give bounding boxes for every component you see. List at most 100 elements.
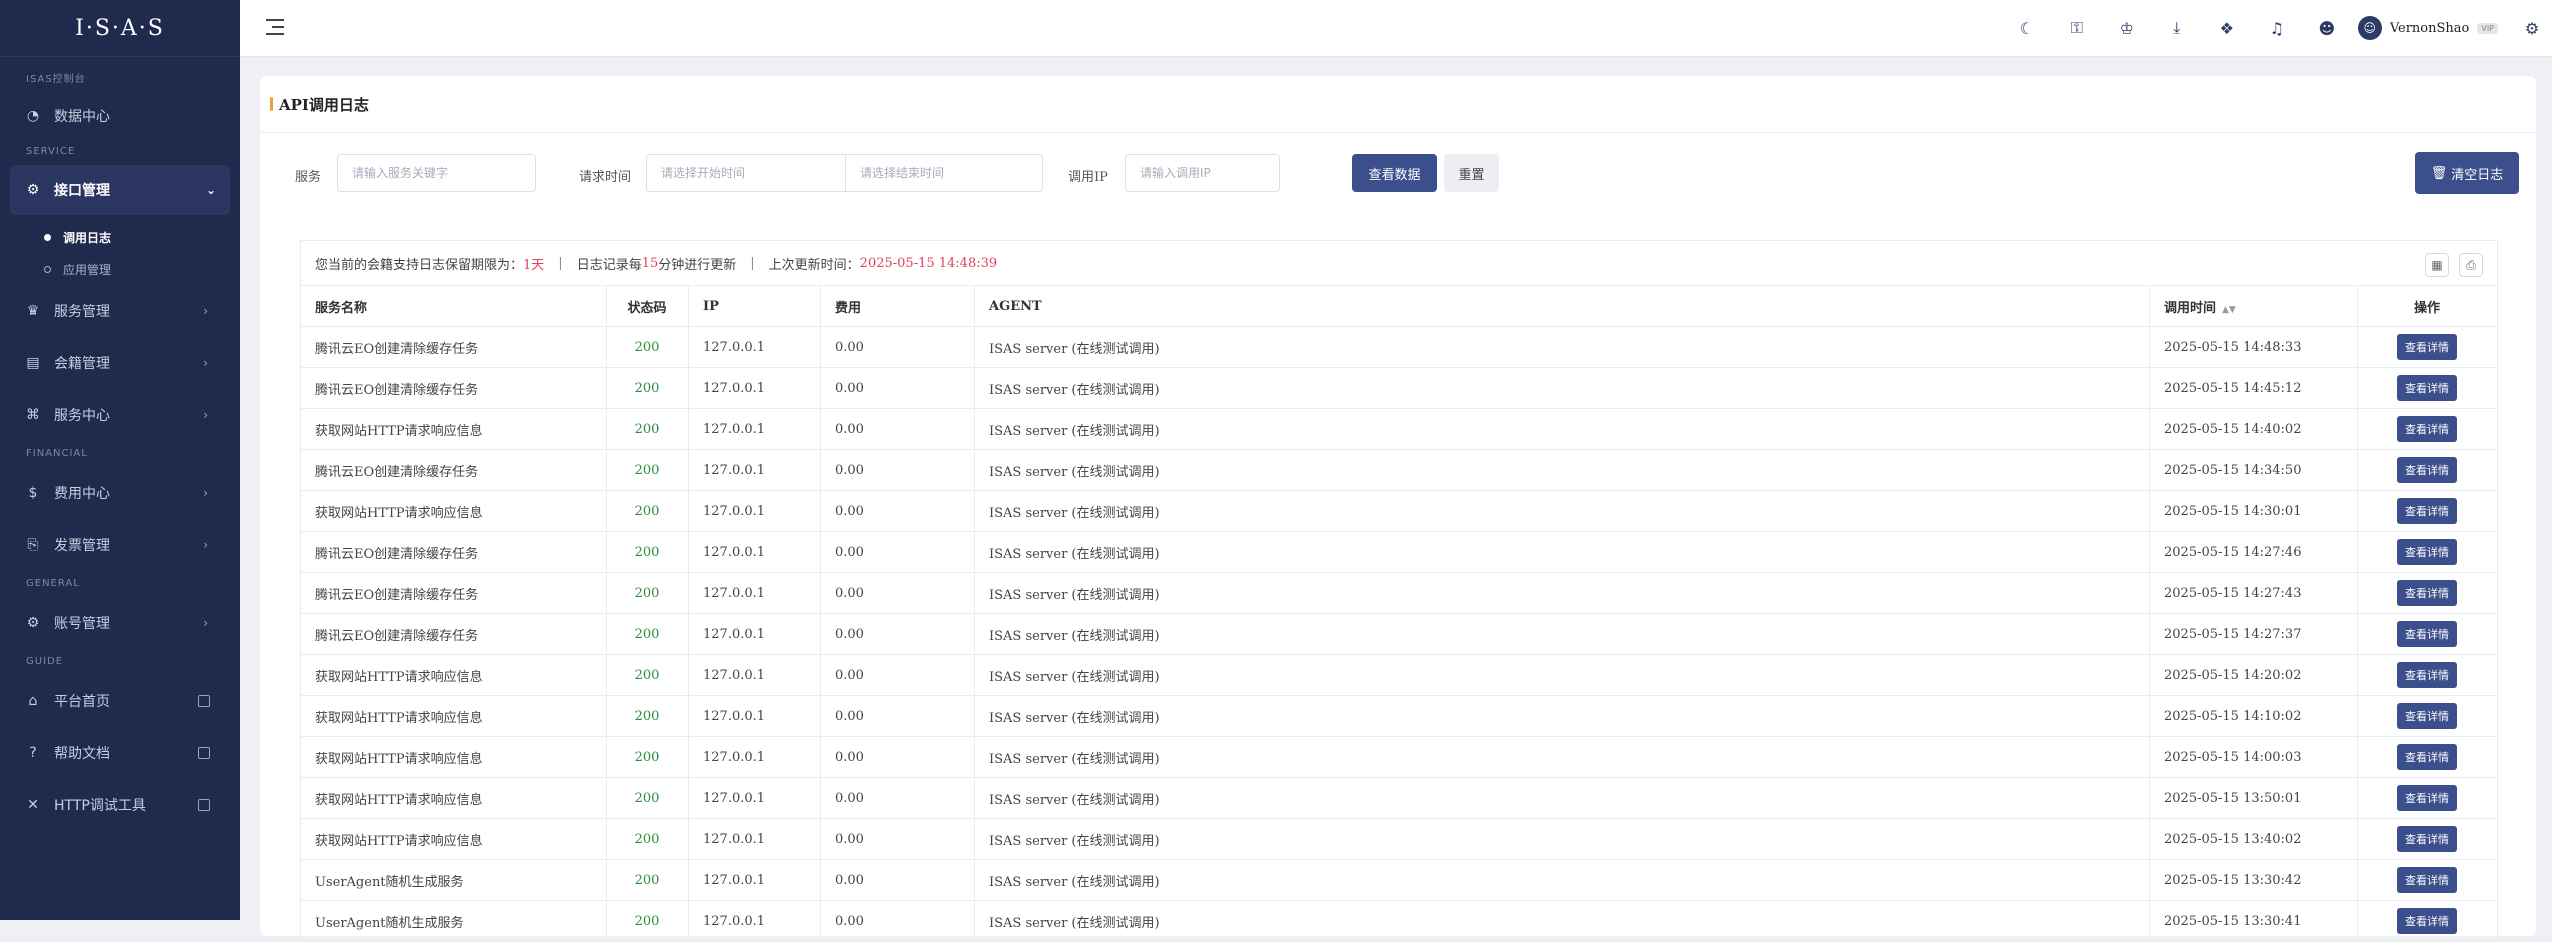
call-time-cell: 2025-05-15 14:27:37 [2149, 613, 2358, 655]
view-detail-button[interactable]: 查看详情 [2397, 457, 2457, 483]
sidebar-subitem-call-log[interactable]: 调用日志 [0, 221, 240, 253]
request-time-label: 请求时间 [579, 170, 632, 185]
view-detail-button[interactable]: 查看详情 [2397, 498, 2457, 524]
view-detail-button[interactable]: 查看详情 [2397, 416, 2457, 442]
fee-cell: 0.00 [820, 326, 975, 368]
last-update-value: 2025-05-15 14:48:39 [859, 255, 998, 271]
log-table-container: 您当前的会籍支持日志保留期限为： 1天 | 日志记录每 15 分钟进行更新 | … [300, 240, 2498, 942]
menu-toggle-icon[interactable] [266, 19, 284, 35]
action-cell: 查看详情 [2357, 818, 2497, 860]
sidebar-item-account[interactable]: ⚙ 账号管理 › [0, 597, 240, 649]
avatar[interactable]: ☺ [2357, 16, 2382, 40]
sidebar-item-api-management[interactable]: ⚙ 接口管理 ⌄ [10, 165, 230, 215]
view-detail-button[interactable]: 查看详情 [2397, 703, 2457, 729]
app-logo[interactable]: I·S·A·S [0, 0, 240, 57]
gear-icon[interactable]: ⚙ [2512, 19, 2552, 38]
service-search-input[interactable]: 请输入服务关键字 [337, 154, 536, 192]
agent-cell: ISAS server (在线测试调用) [974, 326, 2150, 368]
sidebar-item-membership[interactable]: ▤ 会籍管理 › [0, 337, 240, 389]
sidebar-item-label: 平台首页 [54, 694, 110, 710]
filter-bar: 服务 请输入服务关键字 请求时间 请选择开始时间 请选择结束时间 调用IP 请输… [260, 152, 2536, 196]
update-suffix: 分钟进行更新 [658, 257, 737, 273]
sort-icon[interactable]: ▲▼ [2222, 305, 2236, 315]
key-icon[interactable]: ⚿ [2052, 18, 2102, 38]
user-icon[interactable]: ☻ [2302, 19, 2352, 38]
agent-cell: ISAS server (在线测试调用) [974, 449, 2150, 491]
sidebar-item-http-tool[interactable]: ✕ HTTP调试工具 [0, 779, 240, 831]
user-menu[interactable]: ☺ VernonShao VIP [2357, 16, 2498, 40]
moon-icon[interactable]: ☾ [2002, 19, 2052, 38]
sidebar-item-platform-home[interactable]: ⌂ 平台首页 [0, 675, 240, 727]
call-time-cell: 2025-05-15 13:40:02 [2149, 818, 2358, 860]
chevron-right-icon: › [203, 538, 208, 552]
fee-cell: 0.00 [820, 859, 975, 901]
agent-cell: ISAS server (在线测试调用) [974, 695, 2150, 737]
fee-cell: 0.00 [820, 408, 975, 450]
service-name-cell: 腾讯云EO创建清除缓存任务 [301, 367, 607, 409]
bell-icon[interactable]: ♫ [2252, 19, 2302, 38]
last-update-text: 上次更新时间： [768, 257, 860, 273]
clear-log-button[interactable]: 🗑 清空日志 [2415, 152, 2519, 194]
agent-cell: ISAS server (在线测试调用) [974, 736, 2150, 778]
agent-cell: ISAS server (在线测试调用) [974, 490, 2150, 532]
service-name-cell: 腾讯云EO创建清除缓存任务 [301, 572, 607, 614]
columns-icon[interactable]: ▦ [2425, 253, 2449, 277]
fee-cell: 0.00 [820, 818, 975, 860]
view-detail-button[interactable]: 查看详情 [2397, 580, 2457, 606]
view-detail-button[interactable]: 查看详情 [2397, 539, 2457, 565]
view-detail-button[interactable]: 查看详情 [2397, 867, 2457, 893]
apps-icon[interactable]: ❖ [2202, 19, 2252, 38]
action-cell: 查看详情 [2357, 572, 2497, 614]
crown-icon[interactable]: ♔ [2102, 19, 2152, 38]
view-detail-button[interactable]: 查看详情 [2397, 662, 2457, 688]
settings-icon: ⚙ [26, 615, 40, 631]
sidebar-item-fee-center[interactable]: $ 费用中心 › [0, 467, 240, 519]
sidebar-subitem-app-management[interactable]: 应用管理 [0, 253, 240, 285]
sidebar-item-service-management[interactable]: ♛ 服务管理 › [0, 285, 240, 337]
view-detail-button[interactable]: 查看详情 [2397, 826, 2457, 852]
chevron-right-icon: › [203, 304, 208, 318]
status-code-cell: 200 [606, 859, 689, 901]
sidebar-subitem-label: 调用日志 [63, 230, 112, 245]
sidebar: I·S·A·S ISAS控制台 ◔ 数据中心 SERVICE ⚙ 接口管理 ⌄ … [0, 0, 240, 920]
tools-icon: ✕ [27, 797, 39, 813]
status-code-cell: 200 [606, 490, 689, 532]
query-button[interactable]: 查看数据 [1352, 154, 1437, 192]
sidebar-item-data-center[interactable]: ◔ 数据中心 [0, 93, 240, 139]
sidebar-item-service-center[interactable]: ⌘ 服务中心 › [0, 389, 240, 441]
action-cell: 查看详情 [2357, 449, 2497, 491]
sidebar-item-label: 服务中心 [54, 408, 110, 424]
end-time-input[interactable]: 请选择结束时间 [845, 154, 1043, 192]
agent-cell: ISAS server (在线测试调用) [974, 367, 2150, 409]
download-icon[interactable]: ⤓ [2152, 18, 2202, 38]
ip-input[interactable]: 请输入调用IP [1125, 154, 1280, 192]
section-title-general: GENERAL [26, 578, 80, 589]
table-header-row: 服务名称 状态码 IP 费用 AGENT 调用时间 ▲▼ 操作 [301, 285, 2497, 327]
col-call-time[interactable]: 调用时间 ▲▼ [2149, 285, 2358, 327]
sidebar-item-invoice[interactable]: ⎘ 发票管理 › [0, 519, 240, 571]
agent-cell: ISAS server (在线测试调用) [974, 531, 2150, 573]
col-agent: AGENT [974, 285, 2150, 327]
sidebar-item-label: 费用中心 [54, 486, 110, 502]
start-time-input[interactable]: 请选择开始时间 [646, 154, 846, 192]
view-detail-button[interactable]: 查看详情 [2397, 785, 2457, 811]
ip-cell: 127.0.0.1 [688, 408, 821, 450]
view-detail-button[interactable]: 查看详情 [2397, 375, 2457, 401]
clear-log-label: 清空日志 [2451, 167, 2504, 183]
table-body: 腾讯云EO创建清除缓存任务 200 127.0.0.1 0.00 ISAS server… [301, 326, 2497, 942]
help-icon: ? [29, 745, 37, 761]
view-detail-button[interactable]: 查看详情 [2397, 744, 2457, 770]
print-icon[interactable]: ⎙ [2459, 253, 2483, 277]
call-time-cell: 2025-05-15 14:45:12 [2149, 367, 2358, 409]
view-detail-button[interactable]: 查看详情 [2397, 334, 2457, 360]
sidebar-item-help-docs[interactable]: ? 帮助文档 [0, 727, 240, 779]
view-detail-button[interactable]: 查看详情 [2397, 908, 2457, 934]
service-name-cell: 获取网站HTTP请求响应信息 [301, 654, 607, 696]
status-code-cell: 200 [606, 367, 689, 409]
table-row: 获取网站HTTP请求响应信息 200 127.0.0.1 0.00 ISAS serve… [301, 777, 2497, 819]
view-detail-button[interactable]: 查看详情 [2397, 621, 2457, 647]
reset-button[interactable]: 重置 [1444, 154, 1499, 192]
status-code-cell: 200 [606, 818, 689, 860]
call-time-cell: 2025-05-15 13:30:41 [2149, 900, 2358, 942]
title-accent [270, 97, 273, 111]
